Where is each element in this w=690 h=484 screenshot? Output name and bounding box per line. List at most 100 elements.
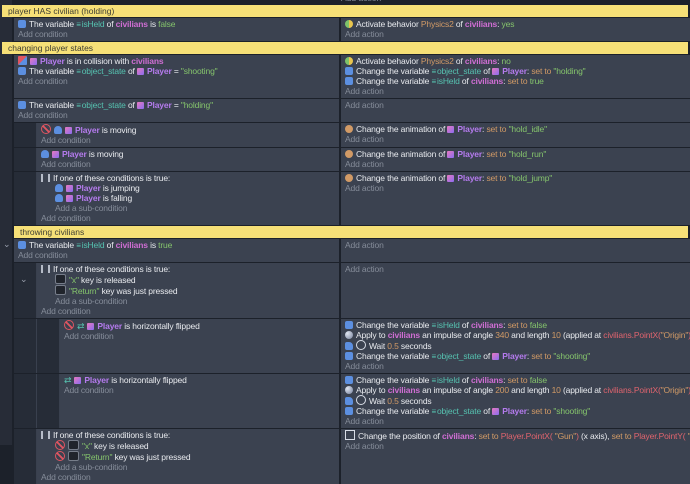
add-action-link[interactable]: Add action <box>345 134 686 144</box>
add-condition-link[interactable]: Add condition <box>18 76 335 86</box>
action-line[interactable]: Change the animation of Player: set to "… <box>345 149 686 159</box>
condition-line[interactable]: ⇄Player is horizontally flipped <box>64 375 335 385</box>
conditions-cell[interactable]: The variable ≡isHeld of civilians is tru… <box>14 239 339 262</box>
text-segment: civilians.PointX( <box>603 385 660 395</box>
add-sub-condition-link[interactable]: Add a sub-condition <box>41 203 335 213</box>
text-segment: Player <box>62 149 87 159</box>
conditions-cell[interactable]: The variable ≡isHeld of civilians is fal… <box>14 18 339 41</box>
text-segment: 10 <box>552 330 561 340</box>
add-action-link[interactable]: Add action <box>345 29 686 39</box>
add-action-link[interactable]: Add action <box>345 361 686 371</box>
action-line[interactable]: Change the animation of Player: set to "… <box>345 173 686 183</box>
condition-line[interactable]: If one of these conditions is true: <box>41 173 335 183</box>
condition-line[interactable]: Player is moving <box>41 124 335 135</box>
text-segment: set to <box>486 124 508 134</box>
action-line[interactable]: Change the variable ≡isHeld of civilians… <box>345 320 686 330</box>
add-condition-link[interactable]: Add condition <box>64 385 335 395</box>
text-segment: key was just pressed <box>99 286 177 296</box>
text-segment: "hold_jump" <box>509 173 553 183</box>
condition-line[interactable]: The variable ≡object_state of Player = "… <box>18 66 335 76</box>
action-line[interactable]: Change the variable ≡object_state of Pla… <box>345 406 686 416</box>
conditions-cell[interactable]: Player is movingAdd condition <box>37 123 339 147</box>
add-condition-link[interactable]: Add condition <box>18 250 335 260</box>
conditions-cell[interactable]: If one of these conditions is true:"x" k… <box>37 263 339 318</box>
actions-cell[interactable]: Change the position of civilians: set to… <box>341 429 690 484</box>
add-action-link[interactable]: Add action <box>345 264 686 274</box>
sub-condition-line[interactable]: "Return" key was just pressed <box>41 285 335 296</box>
add-condition-link[interactable]: Add condition <box>41 306 335 316</box>
event-group-header[interactable]: changing player states <box>2 42 688 54</box>
action-line[interactable]: Change the animation of Player: set to "… <box>345 124 686 134</box>
add-condition-link[interactable]: Add condition <box>41 472 335 482</box>
add-action-link[interactable]: Add action <box>345 416 686 426</box>
actions-cell[interactable]: Change the animation of Player: set to "… <box>341 123 690 147</box>
condition-line[interactable]: Player is in collision with civilians <box>18 56 335 66</box>
condition-line[interactable]: The variable ≡object_state of Player = "… <box>18 100 335 110</box>
condition-line[interactable]: The variable ≡isHeld of civilians is fal… <box>18 19 335 29</box>
sub-condition-line[interactable]: "Return" key was just pressed <box>41 451 335 462</box>
conditions-cell[interactable]: Player is in collision with civiliansThe… <box>14 55 339 98</box>
add-condition-link[interactable]: Add condition <box>41 159 335 169</box>
conditions-cell[interactable]: Player is movingAdd condition <box>37 148 339 171</box>
fold-chevron-icon[interactable]: ⌄ <box>3 240 11 248</box>
actions-cell[interactable]: Change the variable ≡isHeld of civilians… <box>341 374 690 428</box>
condition-line[interactable]: Player is moving <box>41 149 335 159</box>
condition-line[interactable]: If one of these conditions is true: <box>41 264 335 274</box>
action-line[interactable]: Apply to civilians an impulse of angle 2… <box>345 385 686 395</box>
add-action-link[interactable]: Add action <box>341 0 381 3</box>
key-icon <box>68 451 79 461</box>
action-line[interactable]: Change the position of civilians: set to… <box>345 430 686 441</box>
action-line[interactable]: Change the variable ≡isHeld of civilians… <box>345 76 686 86</box>
sub-condition-line[interactable]: "x" key is released <box>41 274 335 285</box>
condition-line[interactable]: If one of these conditions is true: <box>41 430 335 440</box>
action-line[interactable]: Change the variable ≡object_state of Pla… <box>345 66 686 76</box>
add-condition-link[interactable]: Add condition <box>18 29 335 39</box>
sub-condition-line[interactable]: "x" key is released <box>41 440 335 451</box>
text-segment: set to <box>531 351 553 361</box>
actions-cell[interactable]: Change the animation of Player: set to "… <box>341 148 690 171</box>
add-sub-condition-link[interactable]: Add a sub-condition <box>41 462 335 472</box>
action-line[interactable]: Change the variable ≡isHeld of civilians… <box>345 375 686 385</box>
add-condition-link[interactable]: Add condition <box>18 110 335 120</box>
conditions-cell[interactable]: If one of these conditions is true:Playe… <box>37 172 339 225</box>
action-line[interactable]: Apply to civilians an impulse of angle 3… <box>345 330 686 340</box>
add-action-link[interactable]: Add action <box>345 100 686 110</box>
sub-condition-line[interactable]: Player is jumping <box>41 183 335 193</box>
fold-chevron-icon[interactable]: ⌄ <box>20 275 28 283</box>
sub-condition-line[interactable]: Player is falling <box>41 193 335 203</box>
conditions-cell[interactable]: ⇄Player is horizontally flippedAdd condi… <box>60 319 339 373</box>
conditions-cell[interactable]: ⇄Player is horizontally flippedAdd condi… <box>60 374 339 428</box>
add-condition-link[interactable]: Add condition <box>41 135 335 145</box>
text-segment: = <box>172 100 181 110</box>
conditions-cell[interactable]: If one of these conditions is true:"x" k… <box>37 429 339 484</box>
text-segment: is in collision with <box>65 56 132 66</box>
condition-line[interactable]: The variable ≡isHeld of civilians is tru… <box>18 240 335 250</box>
add-condition-link[interactable]: Add condition <box>64 331 335 341</box>
conditions-cell[interactable]: The variable ≡object_state of Player = "… <box>14 99 339 122</box>
action-line[interactable]: Wait 0.5 seconds <box>345 340 686 351</box>
add-condition-link[interactable]: Add condition <box>41 213 335 223</box>
action-line[interactable]: Change the variable ≡object_state of Pla… <box>345 351 686 361</box>
variable-icon <box>18 241 26 249</box>
text-segment: set to <box>508 375 530 385</box>
action-line[interactable]: Activate behavior Physics2 of civilians:… <box>345 56 686 66</box>
actions-cell[interactable]: Add action <box>341 239 690 262</box>
actions-cell[interactable]: Activate behavior Physics2 of civilians:… <box>341 18 690 41</box>
actions-cell[interactable]: Change the variable ≡isHeld of civilians… <box>341 319 690 373</box>
actions-cell[interactable]: Add action <box>341 99 690 122</box>
event-group-header[interactable]: player HAS civilian (holding) <box>2 5 688 17</box>
action-line[interactable]: Wait 0.5 seconds <box>345 395 686 406</box>
actions-cell[interactable]: Activate behavior Physics2 of civilians:… <box>341 55 690 98</box>
actions-cell[interactable]: Change the animation of Player: set to "… <box>341 172 690 225</box>
event-group-header[interactable]: throwing civilians <box>14 226 688 238</box>
add-action-link[interactable]: Add action <box>345 441 686 451</box>
condition-line[interactable]: ⇄Player is horizontally flipped <box>64 320 335 331</box>
object-icon <box>447 126 454 133</box>
add-action-link[interactable]: Add action <box>345 86 686 96</box>
actions-cell[interactable]: Add action <box>341 263 690 318</box>
action-line[interactable]: Activate behavior Physics2 of civilians:… <box>345 19 686 29</box>
add-sub-condition-link[interactable]: Add a sub-condition <box>41 296 335 306</box>
add-action-link[interactable]: Add action <box>345 159 686 169</box>
add-action-link[interactable]: Add action <box>345 240 686 250</box>
add-action-link[interactable]: Add action <box>345 183 686 193</box>
